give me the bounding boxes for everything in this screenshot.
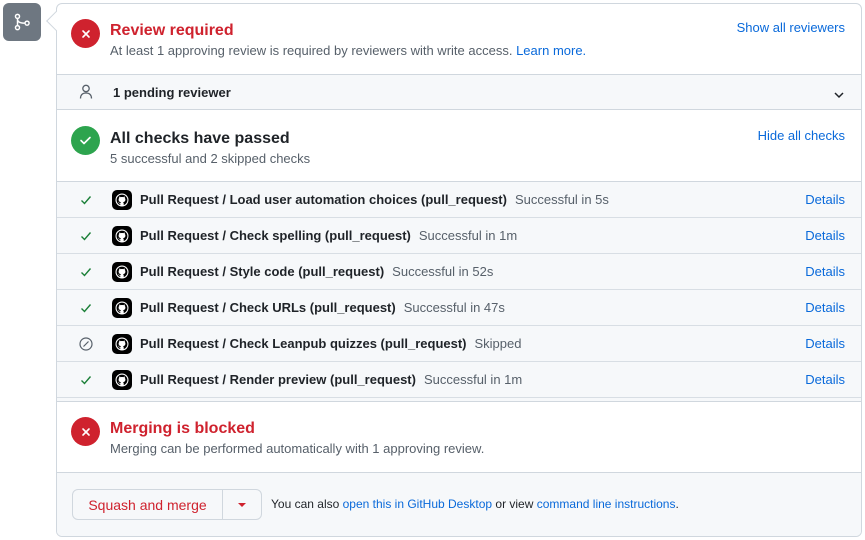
details-link[interactable]: Details xyxy=(805,372,845,387)
pending-reviewer-label: 1 pending reviewer xyxy=(113,85,231,100)
merge-alternatives-note: You can also open this in GitHub Desktop… xyxy=(271,497,679,511)
check-circle-icon xyxy=(71,126,100,155)
show-all-reviewers-link[interactable]: Show all reviewers xyxy=(737,20,845,35)
check-icon xyxy=(79,373,93,387)
skip-icon xyxy=(79,337,93,351)
check-row: Pull Request / Check URLs (pull_request)… xyxy=(57,290,861,326)
github-actions-icon xyxy=(112,190,132,210)
note-prefix: You can also xyxy=(271,497,340,511)
check-name-text: Pull Request / Check URLs (pull_request) xyxy=(140,300,396,315)
checks-title: All checks have passed xyxy=(110,130,290,147)
x-circle-icon xyxy=(71,19,100,48)
note-suffix: . xyxy=(675,497,679,511)
check-name: Pull Request / Check spelling (pull_requ… xyxy=(140,228,517,243)
merge-blocked-description: Merging can be performed automatically w… xyxy=(110,441,485,456)
github-actions-icon xyxy=(112,334,132,354)
check-name-text: Pull Request / Load user automation choi… xyxy=(140,192,507,207)
check-row: Pull Request / Style code (pull_request)… xyxy=(57,254,861,290)
check-name-text: Pull Request / Style code (pull_request) xyxy=(140,264,385,279)
check-status: Successful in 1m xyxy=(423,372,523,387)
check-icon xyxy=(79,265,93,279)
chevron-down-icon[interactable] xyxy=(833,87,845,105)
checks-section: All checks have passed 5 successful and … xyxy=(57,110,861,182)
details-link[interactable]: Details xyxy=(805,228,845,243)
check-name-text: Pull Request / Check Leanpub quizzes (pu… xyxy=(140,336,467,351)
check-name: Pull Request / Check URLs (pull_request)… xyxy=(140,300,505,315)
check-name-text: Pull Request / Check spelling (pull_requ… xyxy=(140,228,411,243)
merge-method-dropdown[interactable] xyxy=(223,490,261,519)
merge-actions: Squash and merge You can also open this … xyxy=(57,473,861,536)
review-description-text: At least 1 approving review is required … xyxy=(110,43,513,58)
check-status: Successful in 1m xyxy=(418,228,518,243)
details-link[interactable]: Details xyxy=(805,336,845,351)
check-row: Pull Request / Check Leanpub quizzes (pu… xyxy=(57,326,861,362)
check-name: Pull Request / Style code (pull_request)… xyxy=(140,264,493,279)
squash-and-merge-button[interactable]: Squash and merge xyxy=(73,490,223,519)
learn-more-link[interactable]: Learn more. xyxy=(516,43,586,58)
check-status: Skipped xyxy=(474,336,522,351)
caret-down-icon xyxy=(238,502,246,507)
check-name: Pull Request / Check Leanpub quizzes (pu… xyxy=(140,336,521,351)
review-section: Review required At least 1 approving rev… xyxy=(57,4,861,75)
check-row: Pull Request / Check spelling (pull_requ… xyxy=(57,218,861,254)
merge-button-group: Squash and merge xyxy=(72,489,262,520)
details-link[interactable]: Details xyxy=(805,300,845,315)
merge-blocked-section: Merging is blocked Merging can be perfor… xyxy=(57,402,861,473)
checks-list: Pull Request / Load user automation choi… xyxy=(57,182,861,402)
git-merge-icon xyxy=(3,3,41,41)
merge-blocked-title: Merging is blocked xyxy=(110,420,255,437)
pending-reviewer-row[interactable]: 1 pending reviewer xyxy=(57,75,861,110)
github-actions-icon xyxy=(112,298,132,318)
merge-box: Review required At least 1 approving rev… xyxy=(56,3,862,537)
check-row: Pull Request / Render preview (pull_requ… xyxy=(57,362,861,398)
review-title: Review required xyxy=(110,22,234,39)
note-middle: or view xyxy=(495,497,534,511)
x-circle-icon xyxy=(71,417,100,446)
check-status: Successful in 52s xyxy=(392,264,494,279)
check-status: Successful in 5s xyxy=(514,192,609,207)
github-actions-icon xyxy=(112,262,132,282)
checks-summary: 5 successful and 2 skipped checks xyxy=(110,151,311,166)
check-icon xyxy=(79,301,93,315)
check-icon xyxy=(79,229,93,243)
person-icon xyxy=(79,84,93,105)
check-status: Successful in 47s xyxy=(403,300,505,315)
check-name-text: Pull Request / Render preview (pull_requ… xyxy=(140,372,416,387)
details-link[interactable]: Details xyxy=(805,264,845,279)
details-link[interactable]: Details xyxy=(805,192,845,207)
check-name: Pull Request / Render preview (pull_requ… xyxy=(140,372,522,387)
github-actions-icon xyxy=(112,370,132,390)
github-actions-icon xyxy=(112,226,132,246)
check-name: Pull Request / Load user automation choi… xyxy=(140,192,609,207)
check-row: Pull Request / Load user automation choi… xyxy=(57,182,861,218)
check-icon xyxy=(79,193,93,207)
open-github-desktop-link[interactable]: open this in GitHub Desktop xyxy=(343,497,492,511)
hide-all-checks-link[interactable]: Hide all checks xyxy=(758,128,845,143)
command-line-instructions-link[interactable]: command line instructions xyxy=(537,497,676,511)
review-description: At least 1 approving review is required … xyxy=(110,42,586,60)
